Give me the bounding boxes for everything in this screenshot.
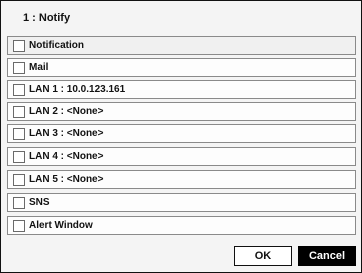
lan2-row[interactable]: LAN 2 : <None> — [7, 102, 356, 121]
mail-label: Mail — [29, 62, 49, 73]
lan3-label: LAN 3 : <None> — [29, 128, 104, 139]
mail-checkbox[interactable] — [13, 61, 25, 74]
cancel-button[interactable]: Cancel — [298, 246, 356, 266]
sns-row[interactable]: SNS — [7, 193, 356, 212]
lan3-row[interactable]: LAN 3 : <None> — [7, 124, 356, 143]
lan3-checkbox[interactable] — [13, 127, 25, 140]
lan1-checkbox[interactable] — [13, 83, 25, 96]
ok-button[interactable]: OK — [234, 246, 292, 266]
sns-checkbox[interactable] — [13, 196, 25, 209]
dialog-title: 1 : Notify — [23, 12, 71, 24]
sns-label: SNS — [29, 197, 50, 208]
lan2-checkbox[interactable] — [13, 105, 25, 118]
notification-row[interactable]: Notification — [7, 36, 356, 55]
lan4-label: LAN 4 : <None> — [29, 151, 104, 162]
notify-dialog: 1 : Notify Notification Mail LAN 1 : 10.… — [0, 0, 362, 273]
mail-row[interactable]: Mail — [7, 58, 356, 77]
notification-label: Notification — [29, 40, 84, 51]
lan5-checkbox[interactable] — [13, 173, 25, 186]
alert-window-row[interactable]: Alert Window — [7, 216, 356, 235]
lan1-row[interactable]: LAN 1 : 10.0.123.161 — [7, 80, 356, 99]
lan4-row[interactable]: LAN 4 : <None> — [7, 147, 356, 166]
lan5-label: LAN 5 : <None> — [29, 174, 104, 185]
alert-window-checkbox[interactable] — [13, 219, 25, 232]
lan4-checkbox[interactable] — [13, 150, 25, 163]
alert-window-label: Alert Window — [29, 220, 93, 231]
lan2-label: LAN 2 : <None> — [29, 106, 104, 117]
lan1-label: LAN 1 : 10.0.123.161 — [29, 84, 126, 95]
notification-checkbox[interactable] — [13, 39, 25, 52]
lan5-row[interactable]: LAN 5 : <None> — [7, 170, 356, 189]
